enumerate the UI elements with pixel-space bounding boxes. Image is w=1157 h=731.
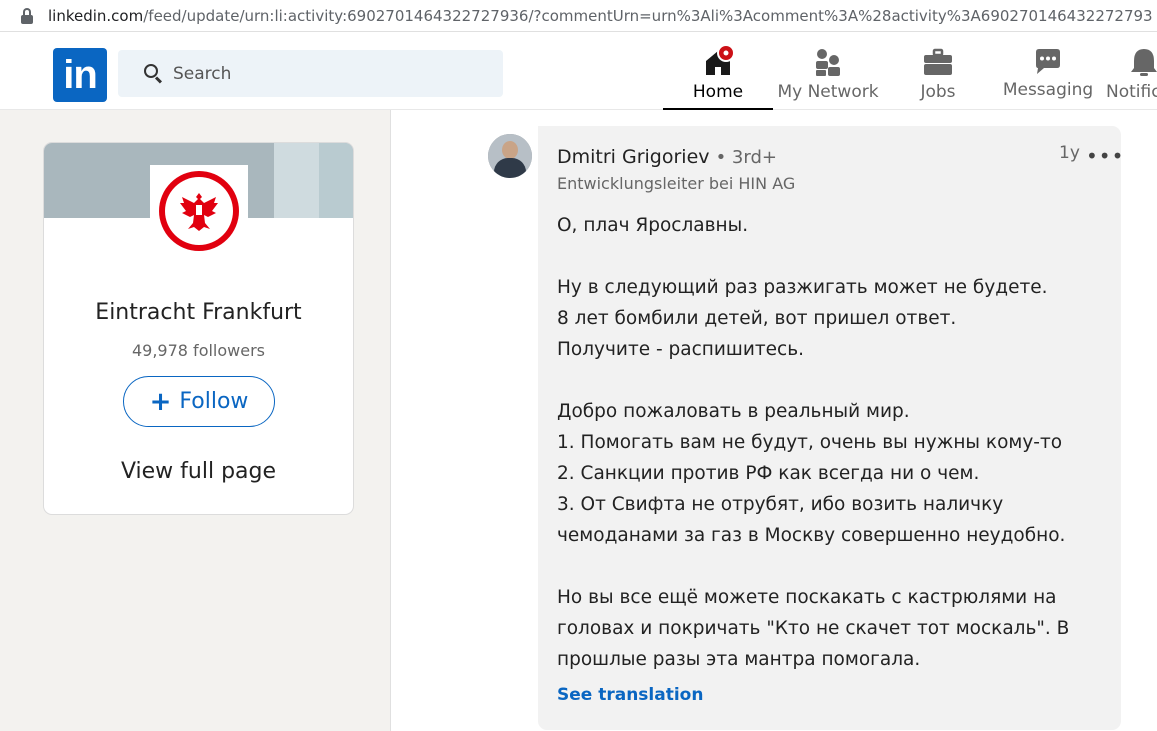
plus-icon: + <box>149 386 172 417</box>
search-icon <box>144 63 164 84</box>
linkedin-logo[interactable]: in <box>53 48 107 102</box>
messaging-icon <box>1036 49 1060 74</box>
comment-blank-line <box>557 551 1107 582</box>
comment-line: О, плач Ярославны. <box>557 215 749 236</box>
comment-line: 2. Санкции против РФ как всегда ни о чем… <box>557 463 980 484</box>
network-icon <box>816 49 840 76</box>
nav-messaging[interactable]: Messaging <box>996 32 1100 110</box>
nav-messaging-label: Messaging <box>1002 80 1094 100</box>
url-path: /feed/update/urn:li:activity:69027014643… <box>143 6 1153 25</box>
comment-line: прошлые разы эта мантра помогала. <box>557 649 921 670</box>
comment-line: Но вы все ещё можете поскакать с кастрюл… <box>557 587 1057 608</box>
see-translation-link[interactable]: See translation <box>557 685 703 705</box>
comment-author-headline: Entwicklungsleiter bei HIN AG <box>557 174 796 193</box>
url-host: linkedin.com <box>48 6 144 25</box>
nav-jobs-label: Jobs <box>920 82 956 102</box>
eagle-icon <box>180 193 218 231</box>
comment-line: 3. От Свифта не отрубят, ибо возить нали… <box>557 494 1004 515</box>
nav-notifications-label: Notific <box>1106 82 1157 102</box>
nav-my-network[interactable]: My Network <box>775 32 881 110</box>
comment-line: 1. Помогать вам не будут, очень вы нужны… <box>557 432 1063 453</box>
nav-jobs[interactable]: Jobs <box>898 32 978 110</box>
company-logo[interactable] <box>150 165 248 258</box>
top-nav: in Home My Network Jobs <box>0 32 1157 110</box>
follow-button[interactable]: + Follow <box>123 376 275 427</box>
comment-text: О, плач Ярославны. Ну в следующий раз раз… <box>557 210 1107 675</box>
bell-icon <box>1131 49 1157 76</box>
lock-icon <box>20 7 34 24</box>
browser-address-bar[interactable]: linkedin.com/feed/update/urn:li:activity… <box>0 0 1157 32</box>
company-name[interactable]: Eintracht Frankfurt <box>44 300 353 325</box>
comment-author[interactable]: Dmitri Grigoriev • 3rd+ <box>557 146 777 168</box>
search-bar[interactable] <box>118 50 503 97</box>
comment-line: головах и покричать "Кто не скачет тот м… <box>557 618 1070 639</box>
home-icon <box>706 46 734 75</box>
nav-notifications[interactable]: Notific <box>1104 32 1157 110</box>
nav-home[interactable]: Home <box>663 32 773 110</box>
url-text[interactable]: linkedin.com/feed/update/urn:li:activity… <box>48 7 1153 25</box>
comment-line: Ну в следующий раз разжигать может не бу… <box>557 277 1048 298</box>
comment-line: Получите - распишитесь. <box>557 339 804 360</box>
follow-button-label: Follow <box>179 389 249 414</box>
company-followers: 49,978 followers <box>131 341 265 360</box>
comment-line: 8 лет бомбили детей, вот пришел ответ. <box>557 308 957 329</box>
comment-blank-line <box>557 365 1107 396</box>
briefcase-icon <box>924 48 952 75</box>
comment-author-name: Dmitri Grigoriev <box>557 146 710 168</box>
nav-my-network-label: My Network <box>777 82 879 102</box>
view-full-page-link[interactable]: View full page <box>44 459 353 484</box>
comment-timestamp: 1y <box>1059 143 1080 163</box>
avatar[interactable] <box>488 134 532 178</box>
comment-blank-line <box>557 241 1107 272</box>
comment-bubble: Dmitri Grigoriev • 3rd+ Entwicklungsleit… <box>538 126 1124 730</box>
comment-line: чемоданами за газ в Москву совершенно не… <box>557 525 1066 546</box>
company-card: Eintracht Frankfurt 49,978 followers + F… <box>43 142 354 515</box>
more-options-icon[interactable]: ••• <box>1086 144 1124 168</box>
connection-degree: • 3rd+ <box>715 147 777 168</box>
comment-line: Добро пожаловать в реальный мир. <box>557 401 910 422</box>
search-input[interactable] <box>173 63 473 84</box>
eagle-crest-icon <box>159 171 239 251</box>
nav-home-label: Home <box>692 82 744 102</box>
